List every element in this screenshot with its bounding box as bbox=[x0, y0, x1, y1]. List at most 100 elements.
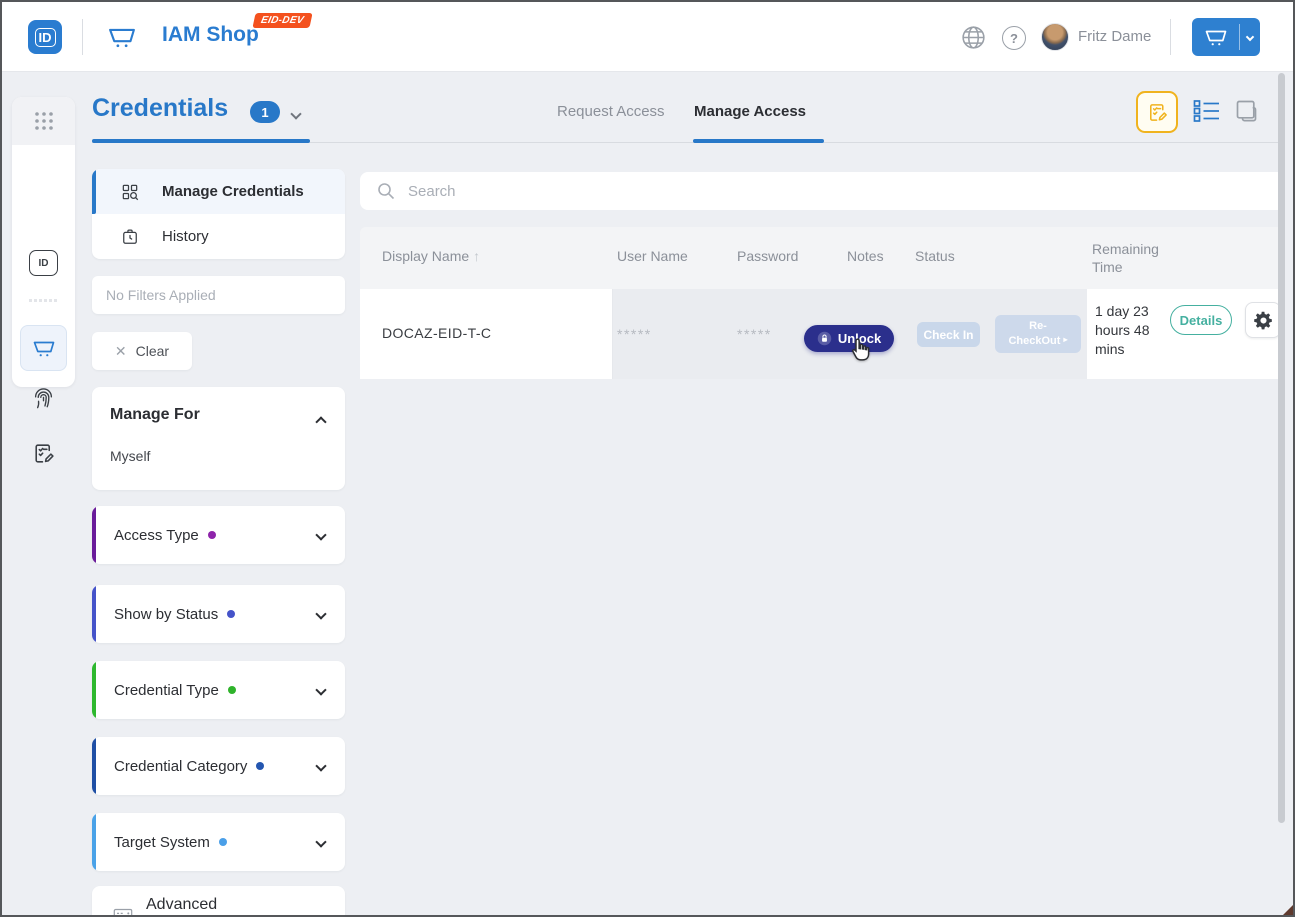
divider bbox=[82, 19, 83, 55]
unlock-label: Unlock bbox=[838, 331, 881, 346]
column-password[interactable]: Password bbox=[737, 248, 798, 264]
icon-rail: ID bbox=[12, 97, 75, 387]
nav-item-manage-credentials[interactable]: Manage Credentials bbox=[92, 169, 345, 214]
re-checkout-line1: Re- bbox=[1029, 320, 1047, 333]
masked-password: ***** bbox=[737, 326, 772, 342]
fingerprint-icon bbox=[30, 385, 57, 412]
row-settings-button[interactable] bbox=[1245, 302, 1281, 338]
filter-dot bbox=[227, 610, 235, 618]
filter-target-system[interactable]: Target System bbox=[92, 813, 345, 871]
help-icon[interactable]: ? bbox=[1002, 26, 1026, 50]
list-view-icon[interactable] bbox=[1193, 99, 1221, 125]
column-display-name[interactable]: Display Name↑ bbox=[382, 248, 480, 264]
filter-label: Access Type bbox=[114, 527, 199, 544]
filter-dot bbox=[228, 686, 236, 694]
chevron-down-icon bbox=[315, 760, 326, 771]
app-window: ID IAM Shop EID-DEV ? Fritz Dame bbox=[0, 0, 1295, 917]
app-launcher-grid-icon[interactable] bbox=[12, 97, 75, 145]
title-underline bbox=[92, 139, 310, 143]
document-edit-icon bbox=[31, 441, 56, 466]
environment-badge: EID-DEV bbox=[252, 13, 312, 28]
user-avatar[interactable] bbox=[1041, 23, 1069, 51]
filter-label: Credential Category bbox=[114, 758, 247, 775]
column-remaining-time[interactable]: Remaining Time bbox=[1092, 240, 1172, 276]
divider bbox=[1170, 19, 1171, 55]
rail-item-fingerprint[interactable] bbox=[30, 385, 57, 412]
row-display-name-cell: DOCAZ-EID-T-C bbox=[360, 289, 612, 379]
app-title: IAM Shop bbox=[162, 23, 259, 47]
unlock-button[interactable]: Unlock bbox=[804, 325, 894, 352]
caret-right-icon: ▸ bbox=[1064, 335, 1068, 344]
nav-item-history[interactable]: History bbox=[92, 214, 345, 259]
filter-label: Target System bbox=[114, 834, 210, 851]
no-filters-text: No Filters Applied bbox=[106, 287, 216, 303]
filter-credential-type[interactable]: Credential Type bbox=[92, 661, 345, 719]
clear-filters-button[interactable]: ✕ Clear bbox=[92, 332, 192, 370]
filter-credential-category[interactable]: Credential Category bbox=[92, 737, 345, 795]
filter-label: Advanced bbox=[146, 896, 217, 914]
filter-value-myself[interactable]: Myself bbox=[110, 448, 150, 464]
cart-icon bbox=[107, 23, 137, 51]
check-in-button-disabled[interactable]: Check In bbox=[917, 322, 980, 347]
column-notes[interactable]: Notes bbox=[847, 248, 884, 264]
filter-label: Credential Type bbox=[114, 682, 219, 699]
expand-toggle[interactable] bbox=[317, 526, 325, 544]
app-logo-text: ID bbox=[35, 28, 56, 47]
cart-dropdown-toggle[interactable] bbox=[1240, 34, 1260, 40]
chevron-down-icon bbox=[315, 608, 326, 619]
chevron-down-icon bbox=[1246, 33, 1254, 41]
chevron-down-icon bbox=[315, 836, 326, 847]
nav-item-label: Manage Credentials bbox=[162, 183, 304, 200]
rail-separator bbox=[29, 299, 58, 302]
rail-item-shop-selected[interactable] bbox=[20, 325, 67, 371]
masked-user-name: ***** bbox=[617, 326, 652, 342]
filter-label: Show by Status bbox=[114, 606, 218, 623]
collapse-toggle[interactable] bbox=[317, 413, 325, 431]
clear-label: Clear bbox=[136, 343, 169, 359]
details-button[interactable]: Details bbox=[1170, 305, 1232, 335]
filter-dot bbox=[219, 838, 227, 846]
lock-icon bbox=[817, 331, 832, 346]
chevron-down-icon bbox=[315, 684, 326, 695]
gear-icon bbox=[1253, 310, 1274, 331]
chevron-up-icon bbox=[315, 416, 326, 427]
page-title-dropdown[interactable] bbox=[292, 105, 300, 123]
tab-request-access[interactable]: Request Access bbox=[557, 103, 665, 120]
sort-ascending-icon: ↑ bbox=[473, 248, 480, 264]
details-label: Details bbox=[1180, 313, 1223, 328]
chevron-down-icon bbox=[315, 529, 326, 540]
language-globe-icon[interactable] bbox=[960, 24, 987, 51]
cart-button[interactable] bbox=[1192, 18, 1260, 56]
expand-toggle[interactable] bbox=[317, 908, 325, 917]
table-row: DOCAZ-EID-T-C ***** ***** Unlock Check I… bbox=[360, 289, 1285, 379]
close-icon: ✕ bbox=[115, 343, 127, 360]
expand-toggle[interactable] bbox=[317, 757, 325, 775]
search-bar bbox=[360, 172, 1285, 210]
active-tab-underline bbox=[693, 139, 824, 143]
help-glyph: ? bbox=[1010, 31, 1018, 46]
card-view-icon[interactable] bbox=[1233, 97, 1260, 124]
chevron-down-icon bbox=[290, 108, 301, 119]
credential-display-name: DOCAZ-EID-T-C bbox=[382, 325, 491, 341]
expand-toggle[interactable] bbox=[317, 681, 325, 699]
expand-toggle[interactable] bbox=[317, 605, 325, 623]
filter-show-by-status[interactable]: Show by Status bbox=[92, 585, 345, 643]
tab-manage-access[interactable]: Manage Access bbox=[694, 103, 806, 120]
rail-item-requests[interactable] bbox=[31, 441, 56, 466]
re-checkout-button-disabled[interactable]: Re- CheckOut ▸ bbox=[995, 315, 1081, 353]
column-status[interactable]: Status bbox=[915, 248, 955, 264]
vertical-scrollbar[interactable] bbox=[1278, 73, 1285, 823]
filter-access-type[interactable]: Access Type bbox=[92, 506, 345, 564]
filter-manage-for: Manage For Myself bbox=[92, 387, 345, 490]
identity-icon[interactable]: ID bbox=[29, 250, 58, 276]
edit-request-button[interactable] bbox=[1136, 91, 1178, 133]
column-user-name[interactable]: User Name bbox=[617, 248, 688, 264]
app-logo[interactable]: ID bbox=[28, 20, 62, 54]
top-bar: ID IAM Shop EID-DEV ? Fritz Dame bbox=[2, 2, 1293, 72]
identity-icon-text: ID bbox=[39, 258, 49, 269]
cart-icon bbox=[32, 337, 56, 359]
filter-advanced[interactable]: Advanced bbox=[92, 886, 345, 917]
table-header: Display Name↑ User Name Password Notes S… bbox=[360, 227, 1285, 289]
search-input[interactable] bbox=[408, 183, 1285, 200]
expand-toggle[interactable] bbox=[317, 833, 325, 851]
